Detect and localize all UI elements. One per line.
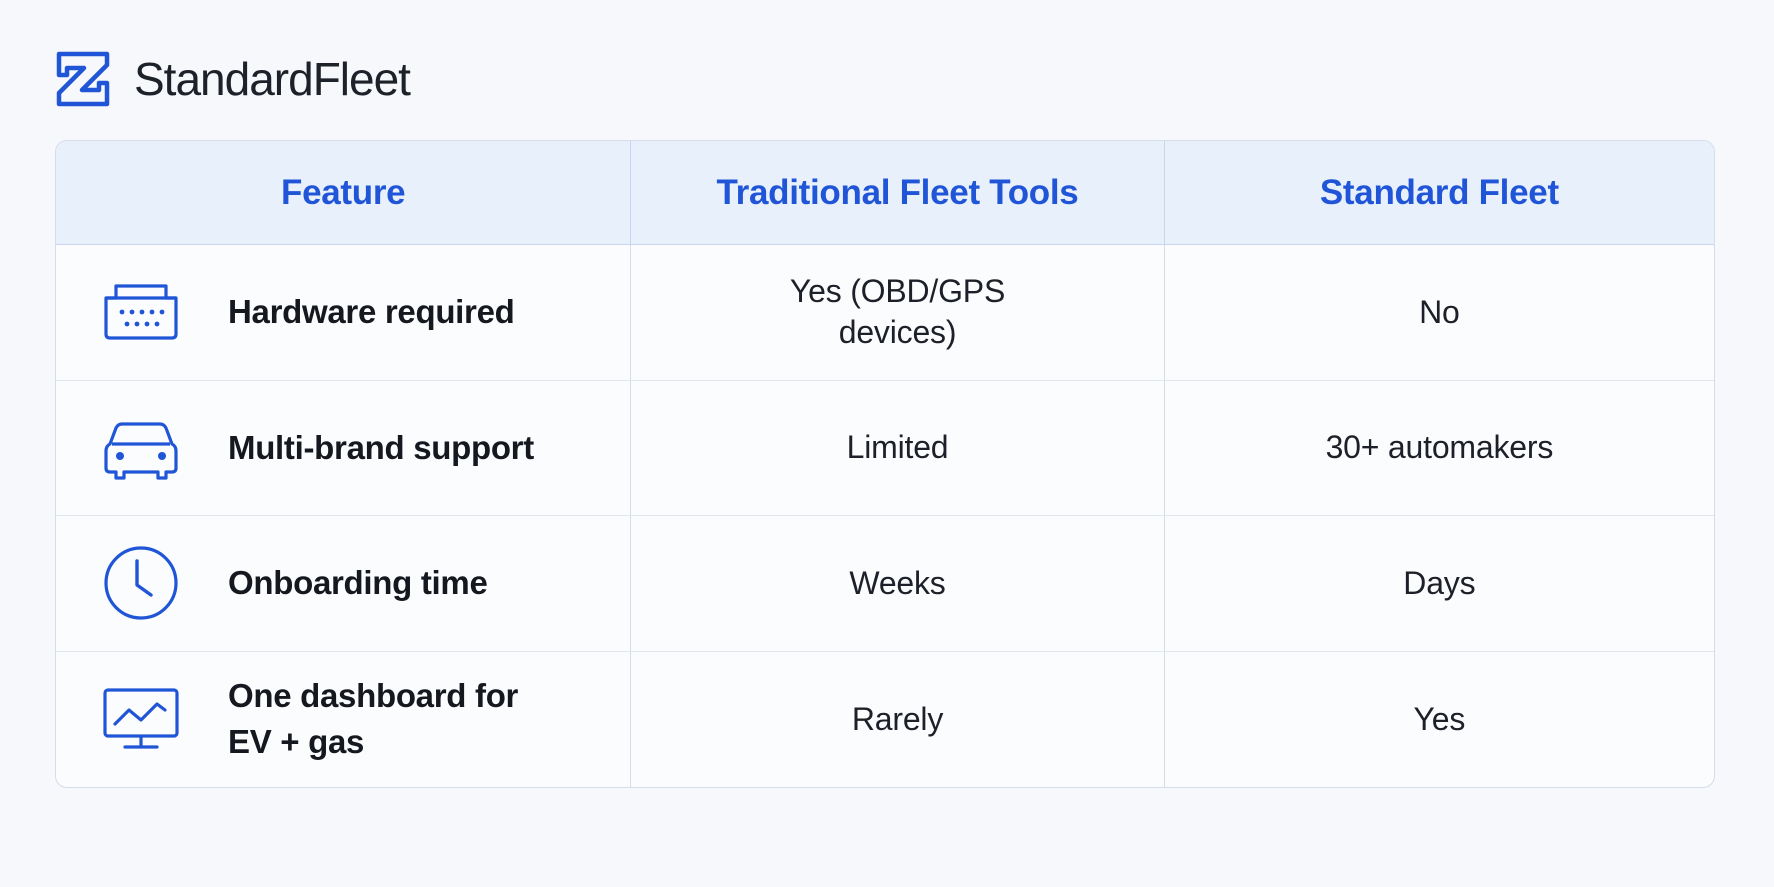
- header-standard-fleet: Standard Fleet: [1319, 172, 1559, 212]
- table-header-row: Feature Traditional Fleet Tools Standard…: [56, 141, 1714, 245]
- comparison-table: Feature Traditional Fleet Tools Standard…: [55, 140, 1715, 788]
- brand-name: StandardFleet: [134, 53, 411, 105]
- traditional-value: Yes (OBD/GPS devices): [631, 245, 1165, 380]
- obd-device-icon: [100, 271, 182, 353]
- traditional-value: Rarely: [631, 651, 1165, 787]
- feature-cell: Onboarding time: [56, 516, 632, 651]
- standardfleet-logo-icon: [56, 51, 110, 107]
- header-feature: Feature: [56, 141, 632, 244]
- standard-value: Yes: [1413, 700, 1466, 737]
- standard-value: 30+ automakers: [1325, 429, 1554, 466]
- feature-cell: Hardware required: [56, 245, 632, 380]
- header-traditional-fleet-tools: Traditional Fleet Tools: [631, 141, 1165, 244]
- feature-label: One dashboard for EV + gas: [228, 677, 519, 761]
- feature-cell: One dashboard for EV + gas: [56, 651, 632, 787]
- table-row: Onboarding time Weeks Days: [56, 516, 1714, 652]
- feature-label: Multi-brand support: [228, 428, 534, 466]
- feature-label: Onboarding time: [228, 564, 488, 602]
- dashboard-monitor-icon: [100, 678, 182, 760]
- traditional-value: Limited: [631, 380, 1165, 515]
- feature-label: Hardware required: [228, 293, 515, 331]
- table-row: Hardware required Yes (OBD/GPS devices) …: [56, 245, 1714, 381]
- standard-value: Days: [1403, 564, 1476, 601]
- table-row: Multi-brand support Limited 30+ automake…: [56, 380, 1714, 516]
- clock-icon: [100, 542, 182, 624]
- car-icon: [100, 407, 182, 489]
- table-row: One dashboard for EV + gas Rarely Yes: [56, 651, 1714, 787]
- brand-header: StandardFleet: [54, 48, 411, 110]
- feature-cell: Multi-brand support: [56, 380, 632, 515]
- standard-value: No: [1419, 293, 1460, 330]
- traditional-value: Weeks: [631, 516, 1165, 651]
